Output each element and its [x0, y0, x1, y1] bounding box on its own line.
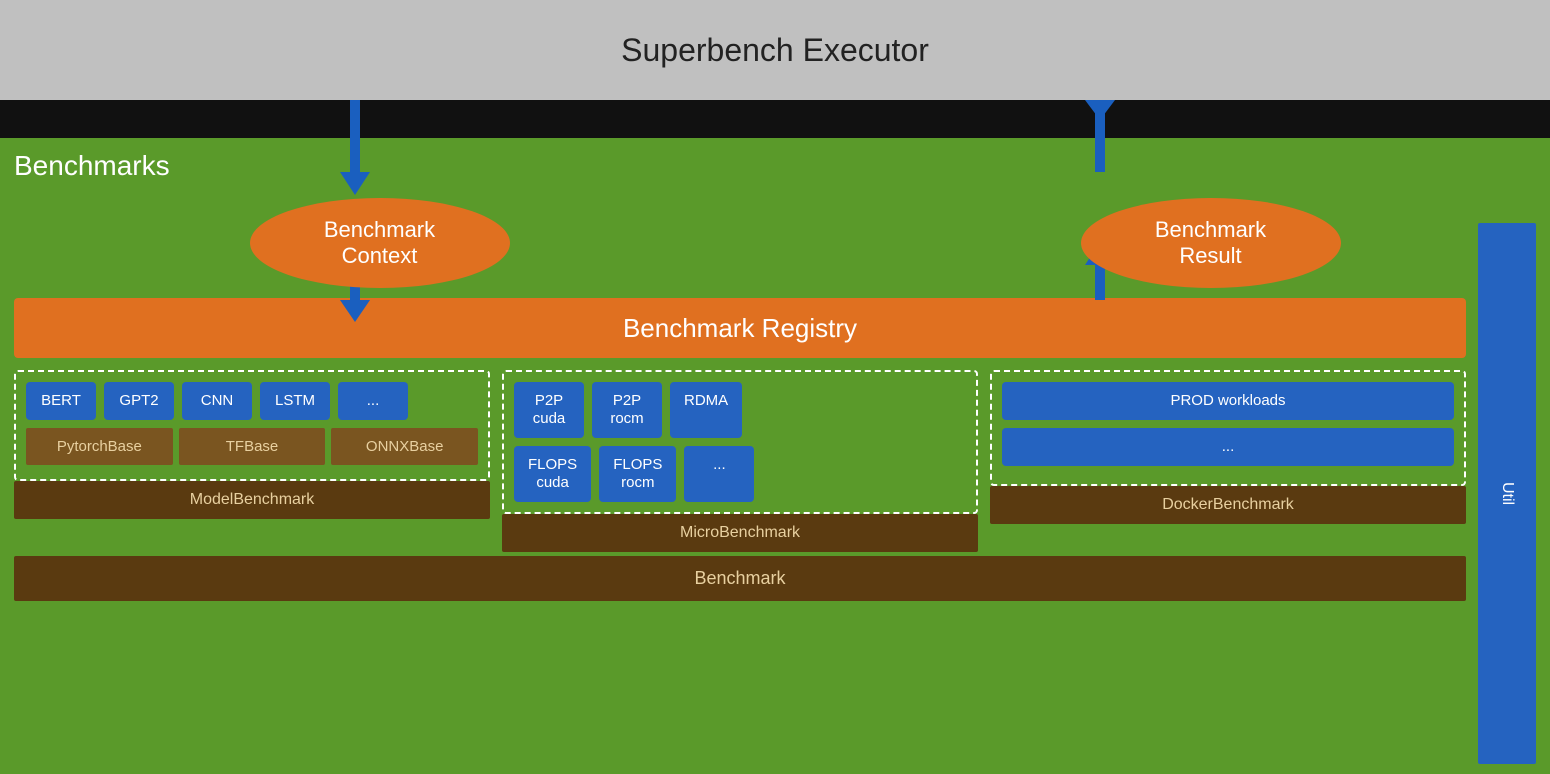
model-blue-boxes: BERT GPT2 CNN LSTM ...: [26, 382, 478, 420]
registry-label: Benchmark Registry: [623, 313, 857, 344]
benchmark-result-ellipse: Benchmark Result: [1081, 198, 1341, 288]
tf-base-box: TFBase: [179, 428, 326, 465]
prod-workloads-box: PROD workloads: [1002, 382, 1454, 420]
docker-blue-boxes: PROD workloads: [1002, 382, 1454, 420]
util-sidebar: Util: [1478, 223, 1536, 764]
benchmark-context-ellipse: Benchmark Context: [250, 198, 510, 288]
model-dashed-box: BERT GPT2 CNN LSTM ... PytorchBase TFBas…: [14, 370, 490, 481]
flops-rocm-box: FLOPSrocm: [599, 446, 676, 502]
micro-benchmark-box: MicroBenchmark: [502, 514, 978, 552]
micro-blue-boxes-row1: P2Pcuda P2Procm RDMA: [514, 382, 966, 438]
docker-more-row: ...: [1002, 428, 1454, 466]
docker-benchmark-box: DockerBenchmark: [990, 486, 1466, 524]
registry-bar: Benchmark Registry: [14, 298, 1466, 358]
full-page: Superbench Executor Benchmarks: [0, 0, 1550, 774]
model-column: BERT GPT2 CNN LSTM ... PytorchBase TFBas…: [14, 370, 490, 554]
micro-column: P2Pcuda P2Procm RDMA FLOPScuda FLOPSrocm…: [502, 370, 978, 554]
onnx-base-box: ONNXBase: [331, 428, 478, 465]
docker-more-box: ...: [1002, 428, 1454, 466]
ellipses-area: Benchmark Context Benchmark Result: [14, 188, 1536, 298]
docker-dashed-box: PROD workloads ...: [990, 370, 1466, 486]
model-benchmark-box: ModelBenchmark: [14, 481, 490, 519]
benchmarks-label: Benchmarks: [14, 150, 1536, 182]
base-boxes-row: PytorchBase TFBase ONNXBase: [26, 428, 478, 467]
main-content: Benchmarks Benchmark Context Benchmark R…: [0, 138, 1550, 774]
p2p-cuda-box: P2Pcuda: [514, 382, 584, 438]
black-bar: [0, 100, 1550, 138]
micro-blue-boxes-row2: FLOPScuda FLOPSrocm ...: [514, 446, 966, 502]
executor-section: Superbench Executor: [0, 0, 1550, 100]
docker-column: PROD workloads ... DockerBenchmark: [990, 370, 1466, 554]
lstm-box: LSTM: [260, 382, 330, 420]
flops-cuda-box: FLOPScuda: [514, 446, 591, 502]
executor-title: Superbench Executor: [621, 32, 929, 69]
pytorch-base-box: PytorchBase: [26, 428, 173, 465]
rdma-box: RDMA: [670, 382, 742, 438]
p2p-rocm-box: P2Procm: [592, 382, 662, 438]
cnn-box: CNN: [182, 382, 252, 420]
bert-box: BERT: [26, 382, 96, 420]
columns-row: BERT GPT2 CNN LSTM ... PytorchBase TFBas…: [14, 370, 1466, 554]
benchmark-base: Benchmark: [14, 556, 1466, 601]
model-more-box: ...: [338, 382, 408, 420]
micro-dashed-box: P2Pcuda P2Procm RDMA FLOPScuda FLOPSrocm…: [502, 370, 978, 514]
micro-more-box: ...: [684, 446, 754, 502]
gpt2-box: GPT2: [104, 382, 174, 420]
